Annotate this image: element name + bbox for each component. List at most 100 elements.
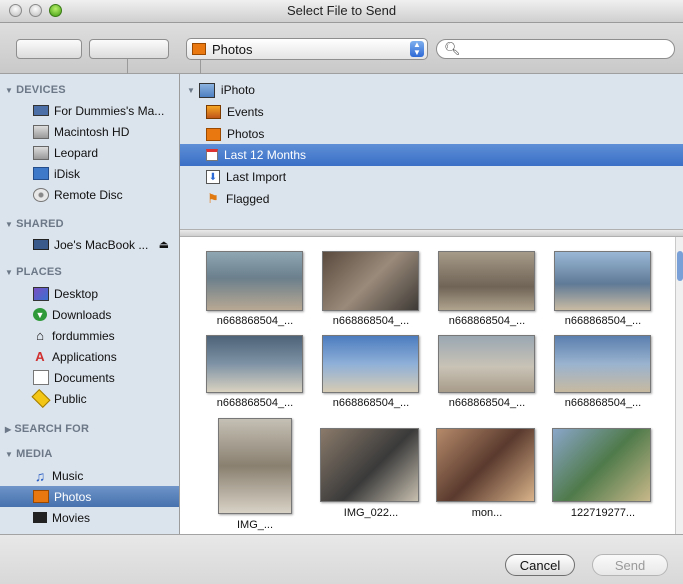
photo-thumbnail — [320, 428, 419, 502]
search-for-header[interactable]: ▶ SEARCH FOR — [5, 423, 89, 435]
sidebar-item-for-dummies[interactable]: For Dummies's Ma... — [0, 100, 179, 121]
grid-scrollbar[interactable] — [675, 237, 683, 534]
scrollbar-thumb[interactable] — [677, 251, 683, 281]
iphoto-root-row[interactable]: ▼ iPhoto — [180, 79, 683, 101]
applications-icon: A — [35, 349, 45, 364]
photo-thumbnail — [322, 335, 419, 393]
sidebar-item-macintosh-hd[interactable]: Macintosh HD — [0, 121, 179, 142]
photo-item[interactable]: n668868504_... — [548, 329, 658, 424]
eject-icon[interactable]: ⏏ — [159, 238, 169, 251]
library-item-flagged[interactable]: ⚑ Flagged — [180, 188, 683, 210]
sidebar: ▼ DEVICES For Dummies's Ma... Macintosh H… — [0, 74, 180, 534]
popup-arrows-icon: ▲ ▼ — [410, 41, 424, 57]
sidebar-item-joes-macbook[interactable]: Joe's MacBook ... ⏏ — [0, 234, 179, 255]
file-dialog-window: Select File to Send ◀ ▶ ⁞⁞ ≡ ▥ Photos ▲▼… — [0, 0, 683, 584]
disclosure-triangle-icon: ▼ — [5, 268, 14, 277]
media-header[interactable]: ▼ MEDIA — [5, 448, 53, 460]
movies-icon — [33, 512, 47, 523]
iphoto-browser: ▼ iPhoto Events Photos Last 12 Months ⬇ L… — [180, 74, 683, 229]
harddisk-icon — [33, 124, 49, 139]
photo-thumbnail — [322, 251, 419, 311]
library-item-photos[interactable]: Photos — [180, 123, 683, 145]
photo-thumbnail — [206, 335, 303, 393]
sidebar-item-applications[interactable]: A Applications — [0, 346, 179, 367]
library-item-events[interactable]: Events — [180, 101, 683, 123]
photo-caption: n668868504_... — [216, 315, 294, 327]
photo-thumbnail — [438, 335, 535, 393]
view-mode-control: ⁞⁞ ≡ ▥ — [89, 39, 201, 135]
desktop-icon — [33, 286, 49, 301]
sidebar-item-documents[interactable]: Documents — [0, 367, 179, 388]
photos-folder-icon — [192, 43, 206, 55]
photo-caption: n668868504_... — [564, 315, 642, 327]
sidebar-item-movies[interactable]: Movies — [0, 507, 179, 528]
sidebar-item-idisk[interactable]: iDisk — [0, 163, 179, 184]
disclosure-triangle-icon: ▼ — [5, 450, 14, 459]
photos-icon — [206, 127, 221, 141]
disclosure-triangle-icon: ▼ — [5, 86, 14, 95]
disclosure-triangle-icon: ▼ — [187, 85, 195, 95]
pane-splitter[interactable] — [180, 229, 683, 237]
location-popup[interactable]: Photos ▲ ▼ — [186, 38, 428, 60]
photo-item[interactable]: IMG_022... — [316, 415, 426, 519]
photo-caption: n668868504_... — [332, 315, 410, 327]
places-header[interactable]: ▼ PLACES — [5, 266, 62, 278]
calendar-icon — [206, 149, 218, 161]
laptop-icon — [33, 105, 49, 116]
sidebar-item-leopard[interactable]: Leopard — [0, 142, 179, 163]
library-item-last-import[interactable]: ⬇ Last Import — [180, 166, 683, 188]
search-field[interactable]: 🔍︎ — [436, 39, 675, 59]
sidebar-item-desktop[interactable]: Desktop — [0, 283, 179, 304]
events-icon — [206, 105, 221, 119]
photo-thumbnail — [438, 251, 535, 311]
title-bar[interactable]: Select File to Send — [0, 0, 683, 23]
photo-item[interactable]: IMG_... — [200, 415, 310, 531]
sidebar-item-downloads[interactable]: ▼ Downloads — [0, 304, 179, 325]
photo-thumbnail — [554, 335, 651, 393]
laptop-icon — [33, 239, 49, 250]
window-title: Select File to Send — [286, 3, 397, 18]
shared-header[interactable]: ▼ SHARED — [5, 218, 64, 230]
photo-item[interactable]: n668868504_... — [316, 329, 426, 424]
photo-thumbnail — [218, 418, 292, 514]
photo-caption: IMG_... — [236, 519, 274, 531]
library-item-last-12-months[interactable]: Last 12 Months — [180, 144, 683, 166]
cancel-button[interactable]: Cancel — [505, 554, 575, 576]
photo-caption: n668868504_... — [448, 397, 526, 409]
photo-item[interactable]: n668868504_... — [432, 247, 542, 342]
search-icon: 🔍︎ — [444, 41, 461, 56]
sidebar-item-photos[interactable]: Photos — [0, 486, 179, 507]
sidebar-item-fordummies[interactable]: ⌂ fordummies — [0, 325, 179, 346]
photo-item[interactable]: 122719277... — [548, 415, 658, 519]
sidebar-item-public[interactable]: Public — [0, 388, 179, 409]
public-icon — [31, 388, 51, 409]
photo-item[interactable]: mon... — [432, 415, 542, 519]
downloads-icon: ▼ — [33, 308, 47, 321]
harddisk-icon — [33, 145, 49, 160]
photo-item[interactable]: n668868504_... — [200, 247, 310, 342]
photo-caption: n668868504_... — [448, 315, 526, 327]
location-popup-label: Photos — [212, 42, 253, 57]
dialog-footer: Cancel Send — [0, 534, 683, 584]
import-icon: ⬇ — [206, 170, 220, 184]
flag-icon: ⚑ — [207, 191, 219, 206]
disc-icon — [33, 187, 49, 202]
devices-header[interactable]: ▼ DEVICES — [5, 84, 66, 96]
music-icon: ♫ — [34, 467, 46, 484]
photo-item[interactable]: n668868504_... — [316, 247, 426, 342]
iphoto-icon — [198, 82, 215, 98]
photo-caption: IMG_022... — [343, 507, 399, 519]
sidebar-item-remote-disc[interactable]: Remote Disc — [0, 184, 179, 205]
photo-caption: n668868504_... — [564, 397, 642, 409]
sidebar-item-music[interactable]: ♫ Music — [0, 465, 179, 486]
photo-thumbnail — [552, 428, 651, 502]
photo-item[interactable]: n668868504_... — [432, 329, 542, 424]
home-icon: ⌂ — [36, 328, 44, 343]
photo-thumbnail — [436, 428, 535, 502]
photo-item[interactable]: n668868504_... — [200, 329, 310, 424]
photo-item[interactable]: n668868504_... — [548, 247, 658, 342]
photo-thumbnail — [554, 251, 651, 311]
photo-caption: mon... — [471, 507, 503, 519]
photo-thumbnail — [206, 251, 303, 311]
send-button[interactable]: Send — [592, 554, 668, 576]
